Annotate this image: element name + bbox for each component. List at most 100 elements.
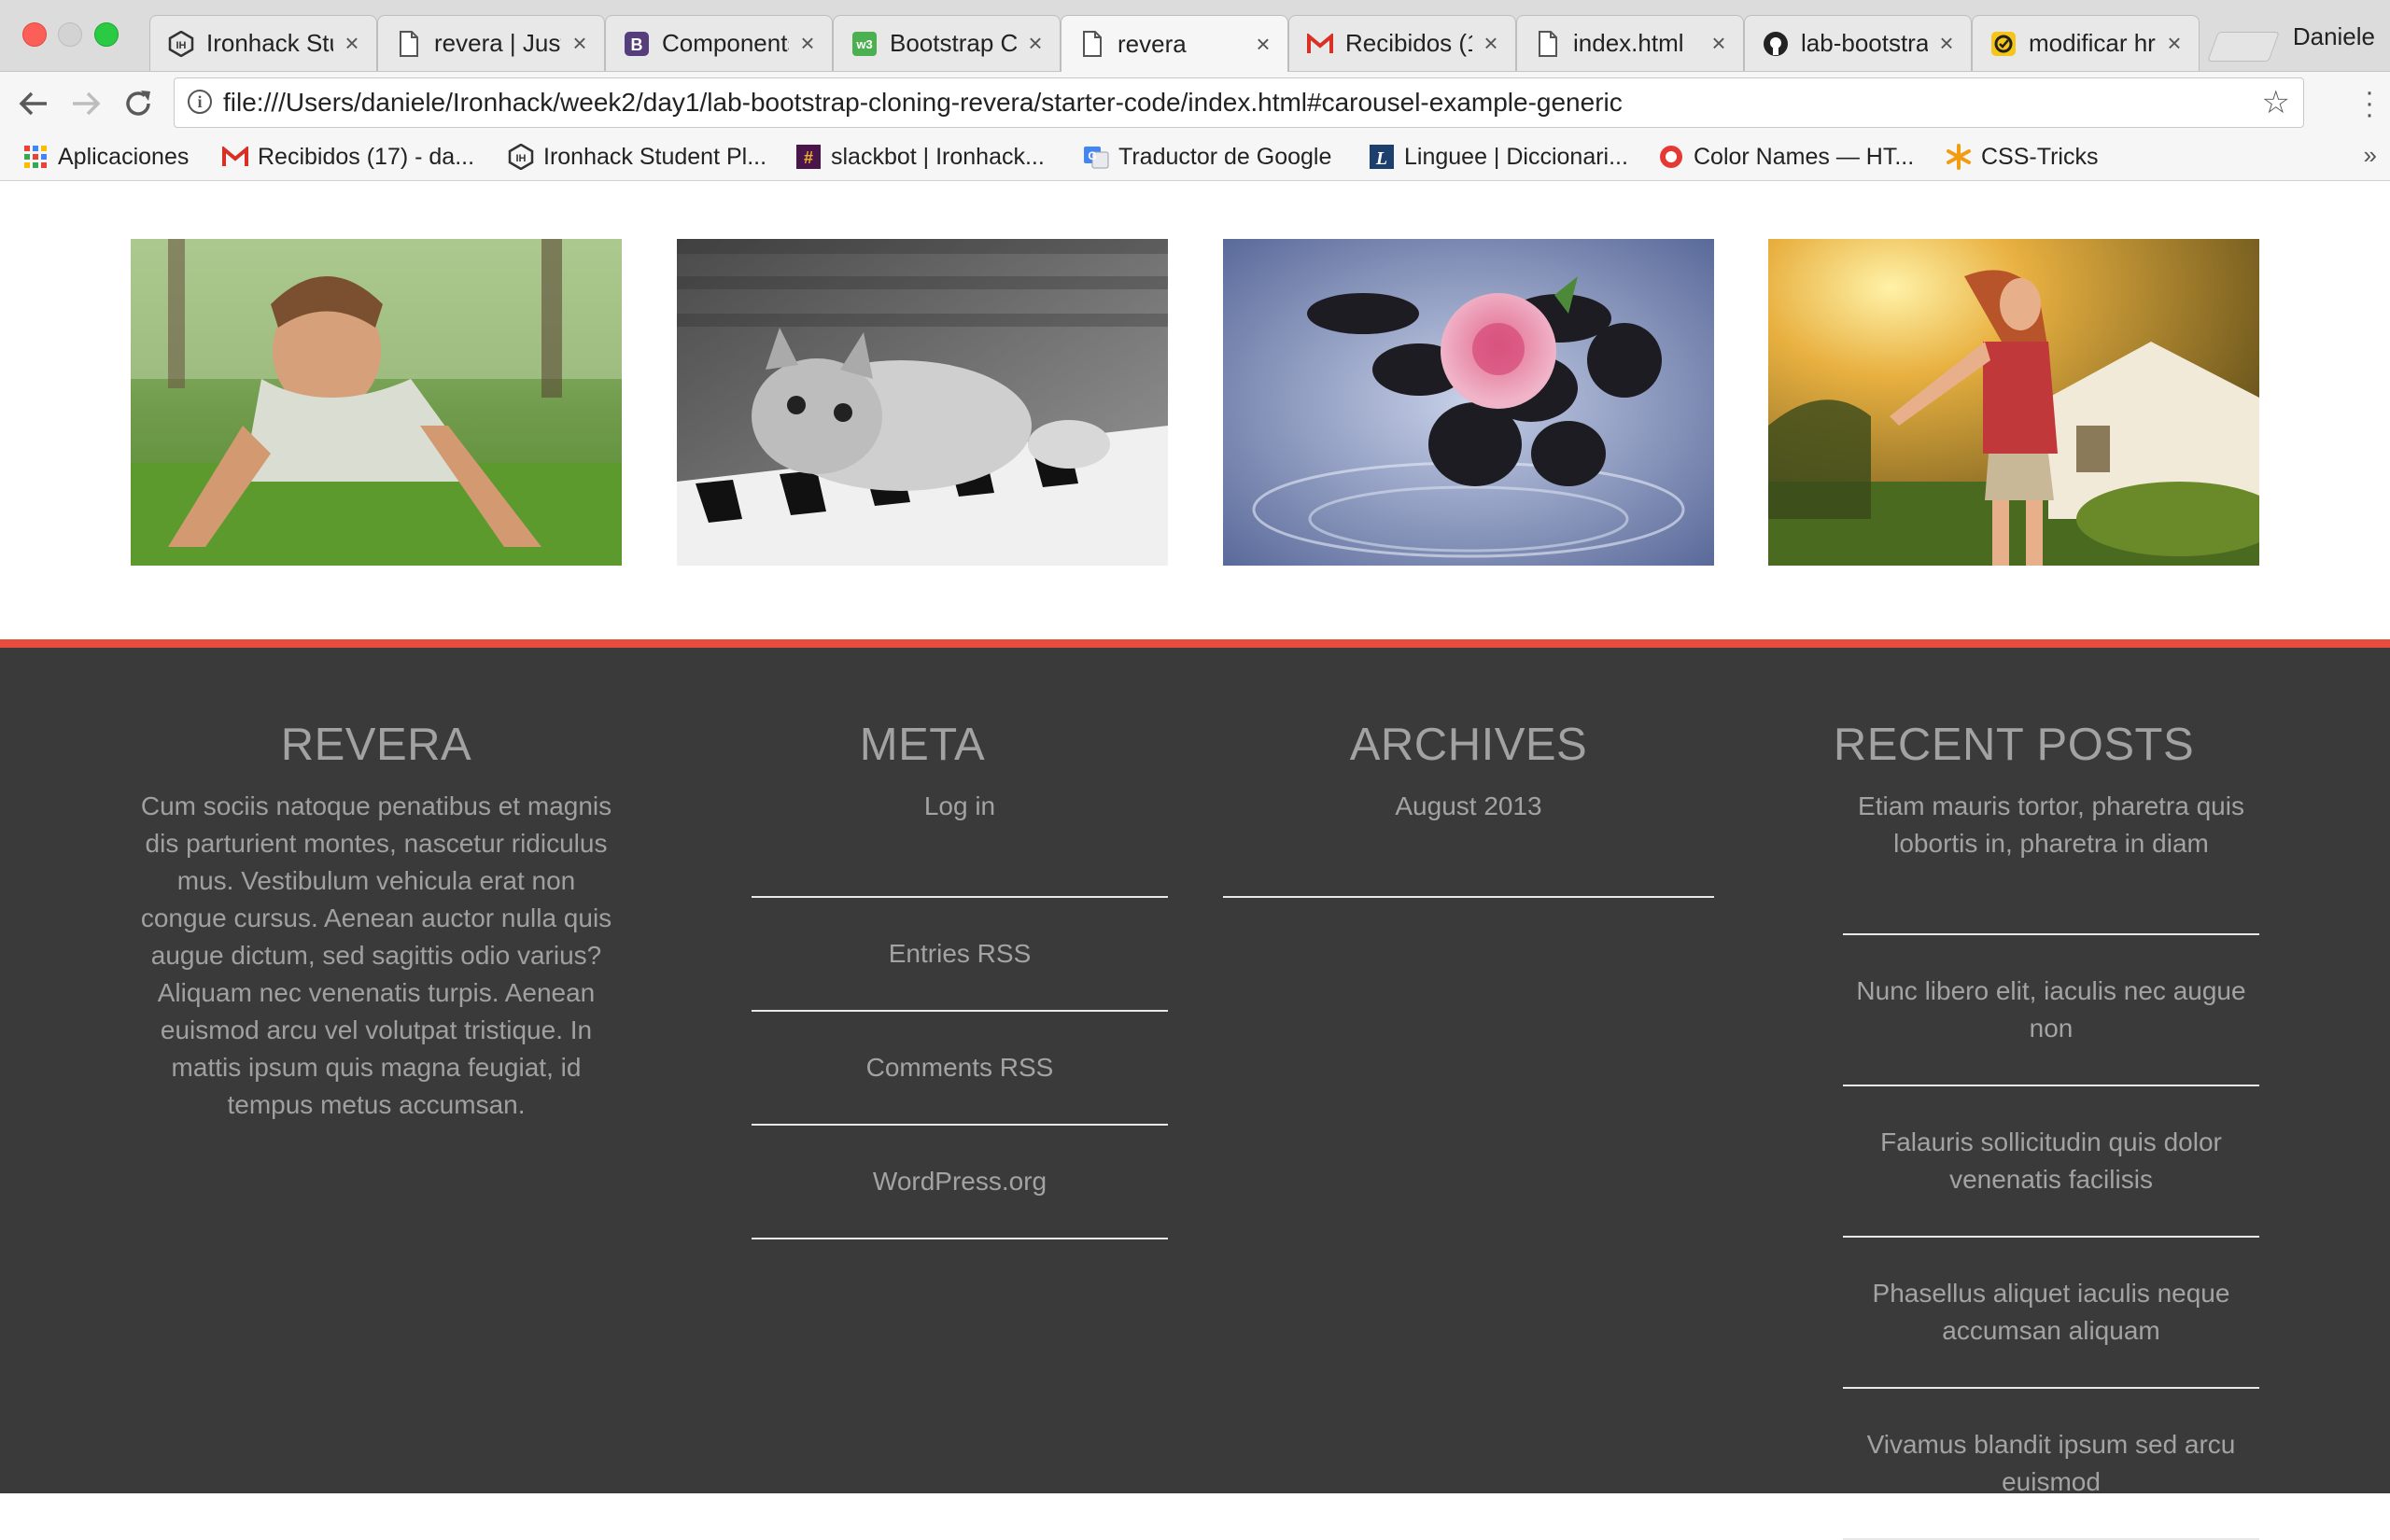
forward-arrow-icon [73, 91, 101, 116]
bookmark-label: Linguee | Diccionari... [1404, 143, 1628, 170]
svg-text:IH: IH [516, 153, 527, 164]
bookmarks-bar: Aplicaciones Recibidos (17) - da... IH I… [0, 133, 2390, 181]
zoom-window-button[interactable] [94, 22, 119, 47]
bookmark-ironhack-student[interactable]: IH Ironhack Student Pl... [508, 141, 766, 173]
recent-post-link[interactable]: Etiam mauris tortor, pharetra quis lobor… [1843, 784, 2259, 935]
tab-revera-just[interactable]: revera | Just × [377, 15, 605, 71]
apps-grid-icon [22, 144, 49, 170]
close-window-button[interactable] [22, 22, 47, 47]
info-icon[interactable]: i [188, 90, 212, 114]
translate-icon [1989, 30, 2017, 58]
profile-name[interactable]: Daniele [2293, 22, 2375, 51]
tab-title: lab-bootstra [1801, 29, 1928, 57]
bookmark-label: CSS-Tricks [1981, 143, 2099, 170]
recent-post-link[interactable]: Phasellus aliquet iaculis neque accumsan… [1843, 1238, 2259, 1389]
footer-revera-heading: REVERA [280, 720, 472, 770]
google-translate-icon: G [1083, 144, 1109, 170]
toolbar: i file:///Users/daniele/Ironhack/week2/d… [0, 72, 2390, 133]
css-tricks-icon [1946, 144, 1972, 170]
new-tab-button[interactable] [2207, 32, 2280, 62]
color-names-icon [1658, 144, 1684, 170]
tab-index-html[interactable]: index.html × [1516, 15, 1744, 71]
close-tab-icon[interactable]: × [1480, 29, 1502, 58]
bookmark-linguee[interactable]: L Linguee | Diccionari... [1369, 141, 1628, 173]
footer-accent-line [0, 639, 2390, 648]
tab-revera-active[interactable]: revera × [1061, 15, 1288, 72]
svg-text:w3: w3 [855, 37, 872, 51]
bookmark-recibidos[interactable]: Recibidos (17) - da... [222, 141, 474, 173]
tab-title: Recibidos (1 [1345, 29, 1472, 57]
close-tab-icon[interactable]: × [796, 29, 819, 58]
close-tab-icon[interactable]: × [2163, 29, 2186, 58]
photo-pushup[interactable] [131, 239, 622, 566]
svg-text:L: L [1375, 148, 1387, 169]
gmail-icon [222, 144, 248, 170]
more-bookmarks-button[interactable]: » [2364, 141, 2377, 170]
bookmark-traductor[interactable]: G Traductor de Google [1083, 141, 1331, 173]
tab-title: Bootstrap C [890, 29, 1017, 57]
tab-strip: IH Ironhack Stu × revera | Just × B Comp… [0, 0, 2390, 72]
gmail-icon [1306, 30, 1334, 58]
recent-post-link[interactable]: Nunc libero elit, iaculis nec augue non [1843, 935, 2259, 1086]
forward-button[interactable] [67, 85, 105, 122]
close-tab-icon[interactable]: × [341, 29, 363, 58]
photo-girl[interactable] [1768, 239, 2259, 566]
w3-icon: w3 [851, 30, 879, 58]
bookmark-slackbot[interactable]: # slackbot | Ironhack... [795, 141, 1045, 173]
tab-modificar[interactable]: modificar hr × [1972, 15, 2200, 71]
tab-bootstrap-c[interactable]: w3 Bootstrap C × [833, 15, 1061, 71]
photo-rose[interactable] [1223, 239, 1714, 566]
footer-archives-heading: ARCHIVES [1349, 720, 1588, 770]
meta-list: Log in Entries RSS Comments RSS WordPres… [752, 784, 1168, 1239]
tab-lab-bootstrap[interactable]: lab-bootstra × [1744, 15, 1972, 71]
svg-text:G: G [1088, 149, 1096, 162]
photo-kitten[interactable] [677, 239, 1168, 566]
ironhack-icon: IH [167, 30, 195, 58]
meta-link-log-in[interactable]: Log in [752, 784, 1168, 898]
tab-components[interactable]: B Components × [605, 15, 833, 71]
footer-revera-text: Cum sociis natoque penatibus et magnis d… [140, 791, 612, 1119]
meta-link-comments-rss[interactable]: Comments RSS [752, 1012, 1168, 1126]
close-tab-icon[interactable]: × [1708, 29, 1730, 58]
file-icon [1078, 30, 1106, 58]
bookmark-star-icon[interactable]: ☆ [2262, 84, 2290, 121]
svg-text:#: # [804, 148, 813, 167]
ironhack-icon: IH [508, 144, 534, 170]
tab-recibidos[interactable]: Recibidos (1 × [1288, 15, 1516, 71]
bookmark-css-tricks[interactable]: CSS-Tricks [1946, 141, 2098, 173]
reload-button[interactable] [120, 85, 157, 122]
close-tab-icon[interactable]: × [1252, 30, 1274, 59]
svg-text:IH: IH [176, 40, 187, 51]
tab-ironhack[interactable]: IH Ironhack Stu × [149, 15, 377, 71]
tab-title: Ironhack Stu [206, 29, 333, 57]
back-arrow-icon [19, 91, 47, 116]
github-icon [1762, 30, 1790, 58]
close-tab-icon[interactable]: × [569, 29, 591, 58]
slack-icon: # [795, 144, 822, 170]
recent-posts-list: Etiam mauris tortor, pharetra quis lobor… [1843, 784, 2259, 1540]
reload-icon [126, 91, 150, 116]
minimize-window-button[interactable] [58, 22, 82, 47]
bookmark-label: Recibidos (17) - da... [258, 143, 475, 170]
tab-title: revera | Just [434, 29, 561, 57]
page-content: REVERA Cum sociis natoque penatibus et m… [0, 181, 2390, 1540]
linguee-icon: L [1369, 144, 1395, 170]
tab-title: revera [1118, 29, 1187, 58]
address-field[interactable]: i file:///Users/daniele/Ironhack/week2/d… [174, 77, 2304, 128]
recent-post-link[interactable]: Falauris sollicitudin quis dolor venenat… [1843, 1086, 2259, 1238]
back-button[interactable] [15, 85, 52, 122]
tab-title: index.html [1573, 29, 1684, 57]
recent-post-link[interactable]: Vivamus blandit ipsum sed arcu euismod [1843, 1389, 2259, 1540]
bookmark-label: Ironhack Student Pl... [543, 143, 767, 170]
close-tab-icon[interactable]: × [1024, 29, 1047, 58]
footer-meta-heading: META [859, 720, 986, 770]
archive-link-august-2013[interactable]: August 2013 [1223, 784, 1714, 898]
browser-menu-icon[interactable]: · · · [2360, 78, 2379, 129]
bookmark-color-names[interactable]: Color Names — HT... [1658, 141, 1914, 173]
svg-text:B: B [631, 35, 643, 54]
meta-link-entries-rss[interactable]: Entries RSS [752, 898, 1168, 1012]
bookmark-aplicaciones[interactable]: Aplicaciones [22, 141, 189, 173]
meta-link-wordpress[interactable]: WordPress.org [752, 1126, 1168, 1239]
close-tab-icon[interactable]: × [1935, 29, 1958, 58]
bootstrap-icon: B [623, 30, 651, 58]
